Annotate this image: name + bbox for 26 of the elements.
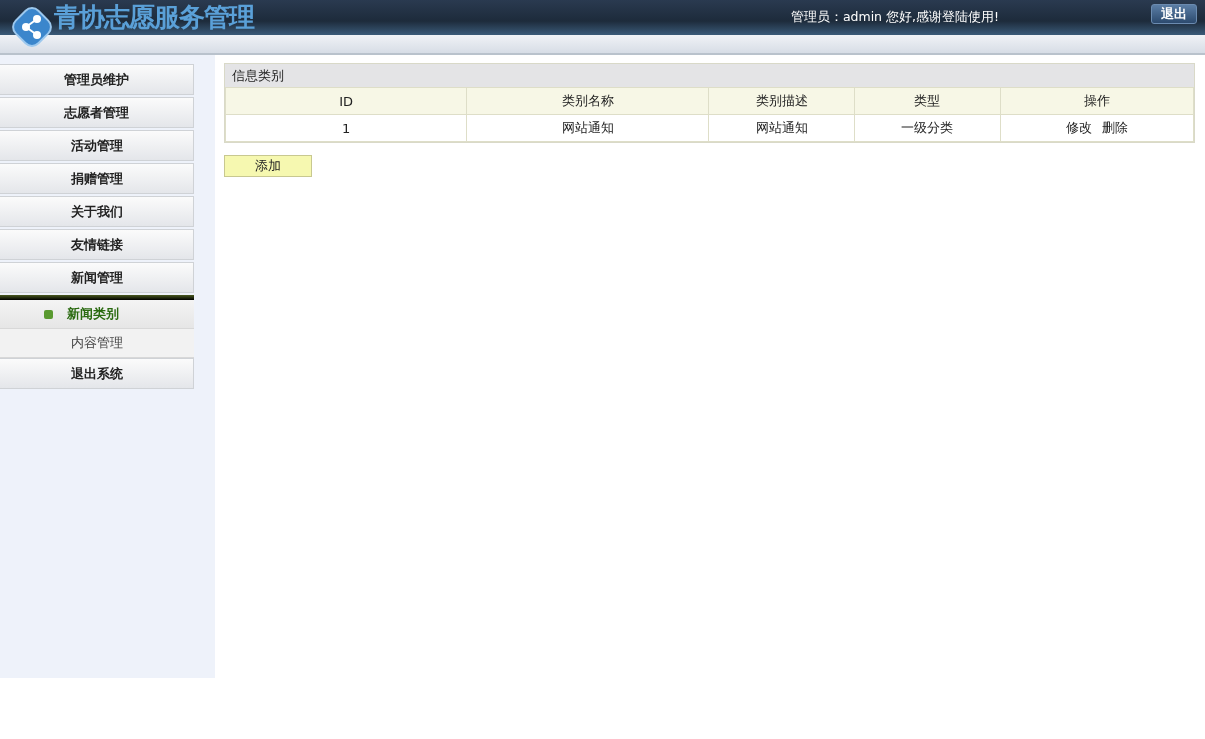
submenu-item[interactable]: 新闻类别 — [0, 300, 194, 329]
action-link[interactable]: 删除 — [1101, 120, 1128, 135]
table-cell: 网站通知 — [708, 114, 855, 142]
sidebar-item[interactable]: 新闻管理 — [0, 262, 194, 293]
sidebar-item[interactable]: 友情链接 — [0, 229, 194, 260]
add-button[interactable]: 添加 — [224, 155, 312, 177]
sidebar-item[interactable]: 关于我们 — [0, 196, 194, 227]
submenu-item[interactable]: 内容管理 — [0, 329, 194, 358]
sidebar-item[interactable]: 退出系统 — [0, 358, 194, 389]
logout-button[interactable]: 退出 — [1151, 4, 1197, 24]
column-header: 类别名称 — [466, 87, 709, 115]
column-header: 操作 — [1000, 87, 1194, 115]
action-link[interactable]: 修改 — [1065, 120, 1092, 135]
app-title: 青协志愿服务管理 — [54, 1, 254, 34]
table-cell: 1 — [225, 114, 467, 142]
table-cell: 一级分类 — [854, 114, 1001, 142]
sidebar-item[interactable]: 捐赠管理 — [0, 163, 194, 194]
panel-title: 信息类别 — [225, 64, 1194, 87]
column-header: ID — [225, 87, 467, 115]
sidebar-item[interactable]: 管理员维护 — [0, 64, 194, 95]
welcome-text: 管理员：admin 您好,感谢登陆使用! — [790, 9, 999, 26]
column-header: 类型 — [854, 87, 1001, 115]
column-header: 类别描述 — [708, 87, 855, 115]
sidebar-item[interactable]: 活动管理 — [0, 130, 194, 161]
sidebar-item[interactable]: 志愿者管理 — [0, 97, 194, 128]
table-cell: 网站通知 — [466, 114, 709, 142]
